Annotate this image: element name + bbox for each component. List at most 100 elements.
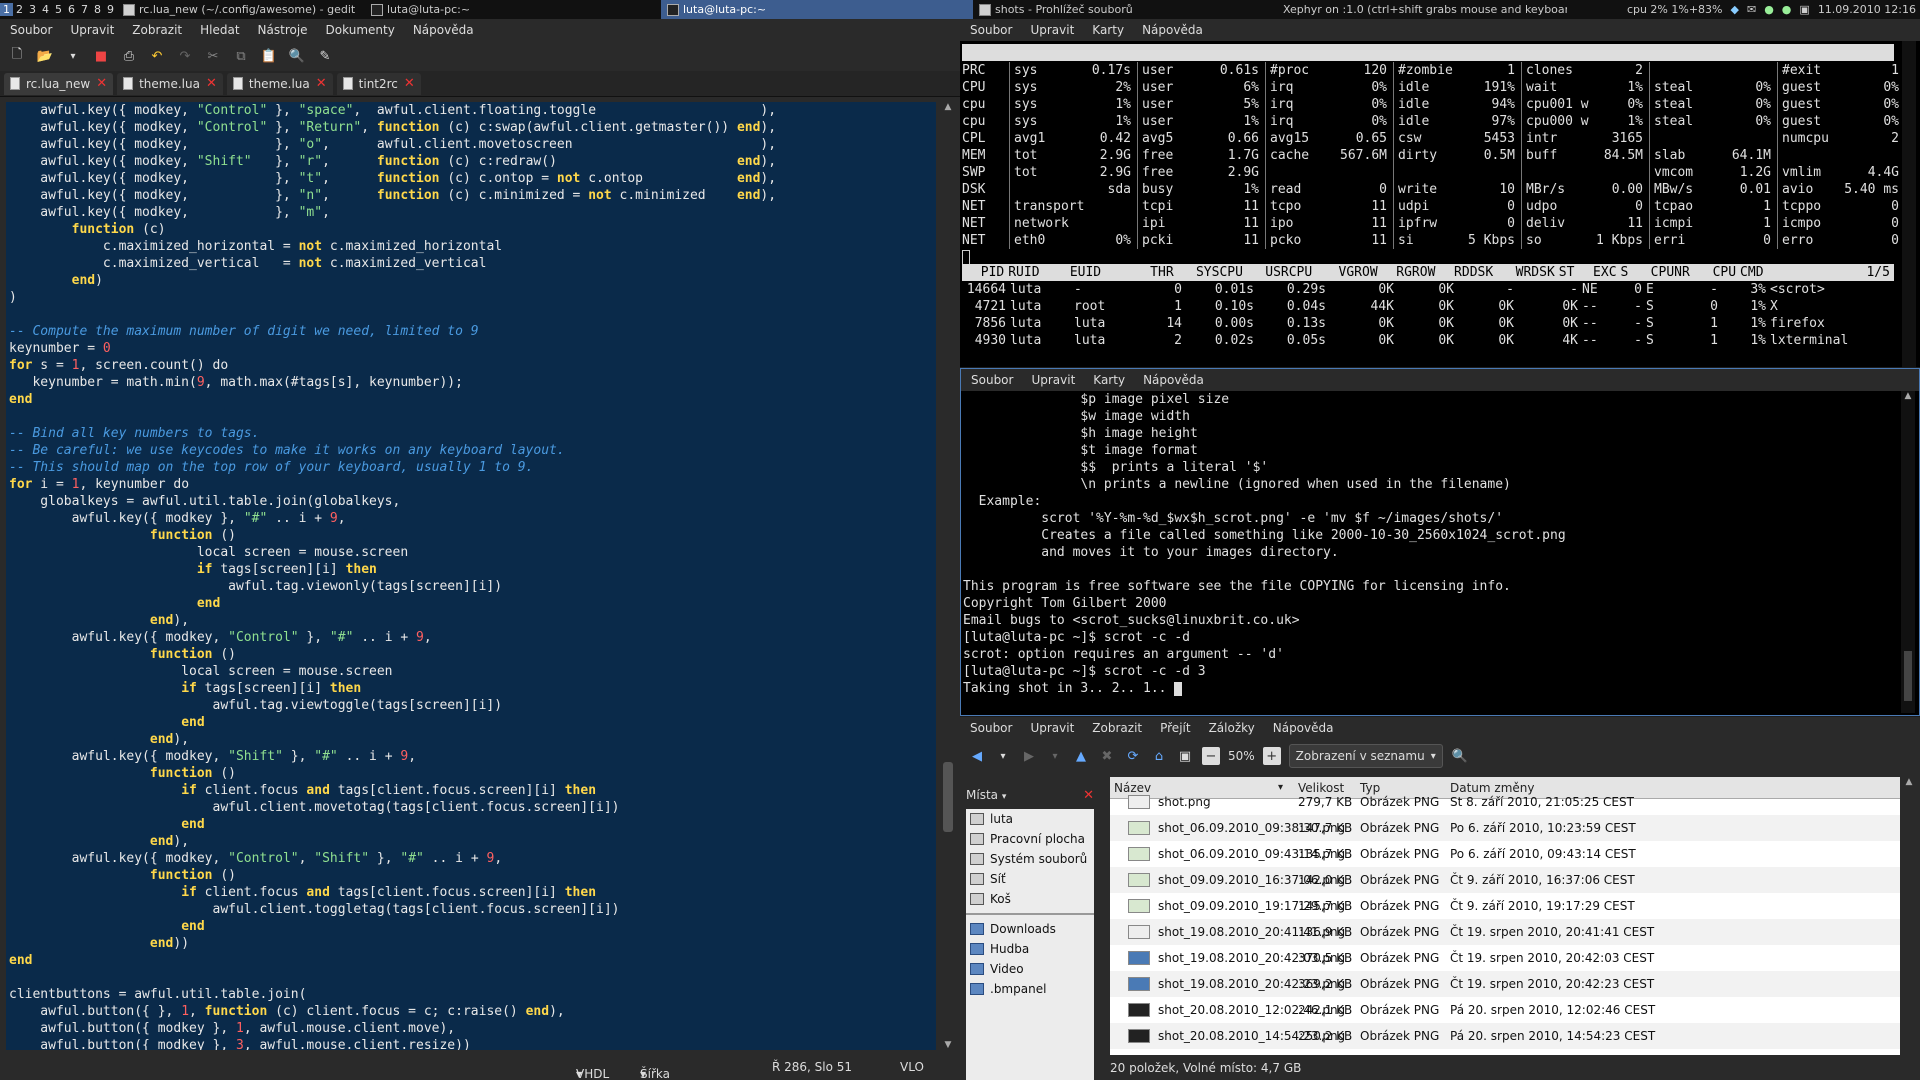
- process-column[interactable]: S: [1621, 264, 1644, 281]
- tag-9[interactable]: 9: [104, 3, 117, 16]
- terminal-scrollbar[interactable]: ▲: [1901, 391, 1915, 713]
- stop-icon[interactable]: ✖: [1098, 747, 1116, 765]
- process-column[interactable]: CPU: [1694, 264, 1740, 281]
- task-xephyr[interactable]: Xephyr on :1.0 (ctrl+shift grabs mouse a…: [1277, 0, 1567, 19]
- atop-scrollbar[interactable]: [1902, 41, 1916, 367]
- menu-0[interactable]: Soubor: [970, 23, 1012, 37]
- file-row[interactable]: shot_19.08.2010_20:42:03.png 370,5 KB Obrá…: [1110, 945, 1900, 971]
- menu-3[interactable]: Hledat: [200, 23, 239, 37]
- menu-4[interactable]: Záložky: [1209, 721, 1255, 735]
- process-row[interactable]: 4721 luta root 1 0.10s 0.04s 44K 0K 0K 0K -- - S 0 1% X: [962, 298, 1894, 315]
- process-column[interactable]: CPUNR: [1644, 264, 1694, 281]
- scrollbar-thumb[interactable]: [1904, 651, 1912, 701]
- volume-icon[interactable]: ●: [1782, 3, 1792, 16]
- place-item[interactable]: Koš: [966, 889, 1094, 909]
- monitor-icon[interactable]: ▣: [1799, 3, 1809, 16]
- task-file-manager[interactable]: shots - Prohlížeč souborů: [973, 0, 1277, 19]
- process-column[interactable]: EXC: [1590, 264, 1621, 281]
- menu-6[interactable]: Nápověda: [413, 23, 474, 37]
- chevron-down-icon[interactable]: ▾: [1046, 747, 1064, 765]
- close-sidebar-icon[interactable]: ✕: [1083, 788, 1094, 803]
- file-row[interactable]: shot_20.08.2010_14:54:23.png 250,2 KB Obrá…: [1110, 1023, 1900, 1049]
- file-row[interactable]: shot_06.09.2010_09:38:30.png 147,7 KB Obrá…: [1110, 815, 1900, 841]
- task-gedit[interactable]: rc.lua_new (~/.config/awesome) - gedit: [117, 0, 365, 19]
- bookmark-item[interactable]: Hudba: [966, 939, 1094, 959]
- process-column[interactable]: VGROW: [1316, 264, 1381, 281]
- tab-document[interactable]: theme.lua ✕: [226, 72, 333, 95]
- menu-0[interactable]: Soubor: [970, 721, 1012, 735]
- network-icon[interactable]: ◆: [1731, 3, 1739, 16]
- zoom-out-icon[interactable]: −: [1202, 747, 1220, 765]
- menu-5[interactable]: Nápověda: [1273, 721, 1334, 735]
- process-column[interactable]: PID: [962, 264, 1008, 281]
- process-column[interactable]: CMD: [1740, 264, 1836, 281]
- process-column[interactable]: SYSCPU: [1178, 264, 1247, 281]
- process-row[interactable]: 4930 luta luta 2 0.02s 0.05s 0K 0K 0K 4K -- - S 1 1% lx…: [962, 332, 1894, 349]
- process-column[interactable]: 1/5: [1836, 264, 1894, 281]
- place-item[interactable]: Systém souborů: [966, 849, 1094, 869]
- file-row[interactable]: shot_19.08.2010_20:42:23.png 369,2 KB Obrá…: [1110, 971, 1900, 997]
- places-select[interactable]: Místa ▾: [966, 788, 1006, 802]
- close-tab-icon[interactable]: ✕: [96, 76, 107, 91]
- tag-7[interactable]: 7: [78, 3, 91, 16]
- mail-icon[interactable]: ✉: [1747, 3, 1756, 16]
- process-column[interactable]: RDDSK: [1439, 264, 1497, 281]
- undo-icon[interactable]: ↶: [148, 47, 166, 65]
- scrollbar-thumb[interactable]: [943, 762, 953, 832]
- scroll-up-icon[interactable]: ▲: [1901, 391, 1915, 401]
- menu-3[interactable]: Přejít: [1160, 721, 1190, 735]
- forward-icon[interactable]: ▶: [1020, 747, 1038, 765]
- bookmark-item[interactable]: .bmpanel: [966, 979, 1094, 999]
- tag-2[interactable]: 2: [13, 3, 26, 16]
- process-row[interactable]: 7856 luta luta 14 0.00s 0.13s 0K 0K 0K 0K -- - S 1 1% f…: [962, 315, 1894, 332]
- menu-1[interactable]: Upravit: [1031, 373, 1075, 387]
- search-icon[interactable]: 🔍: [288, 47, 306, 65]
- menu-3[interactable]: Nápověda: [1142, 23, 1203, 37]
- open-icon[interactable]: 📂: [36, 47, 54, 65]
- editor-scrollbar[interactable]: ▲ ▼: [940, 102, 956, 1050]
- menu-3[interactable]: Nápověda: [1143, 373, 1204, 387]
- tag-8[interactable]: 8: [91, 3, 104, 16]
- tag-5[interactable]: 5: [52, 3, 65, 16]
- save-icon[interactable]: ■: [92, 47, 110, 65]
- cut-icon[interactable]: ✂: [204, 47, 222, 65]
- tag-1[interactable]: 1: [0, 3, 13, 16]
- menu-2[interactable]: Zobrazit: [1092, 721, 1142, 735]
- process-column[interactable]: RGROW: [1382, 264, 1440, 281]
- process-row[interactable]: 14664 luta -0 0.01s 0.29s 0K 0K - - NE 0 E -3% <scrot…: [962, 281, 1894, 298]
- file-row[interactable]: shot_20.08.2010_12:02:46.png 242,1 KB Obrá…: [1110, 997, 1900, 1023]
- menu-2[interactable]: Zobrazit: [132, 23, 182, 37]
- task-terminal-1[interactable]: luta@luta-pc:~: [365, 0, 661, 19]
- tab-document[interactable]: tint2rc ✕: [336, 72, 421, 95]
- view-mode-select[interactable]: Zobrazení v seznamu ▾: [1288, 744, 1443, 768]
- code-editor[interactable]: awful.key({ modkey, "Control" }, "space"…: [6, 102, 936, 1050]
- menu-1[interactable]: Upravit: [1030, 23, 1074, 37]
- menu-4[interactable]: Nástroje: [258, 23, 308, 37]
- place-item[interactable]: luta: [966, 809, 1094, 829]
- file-row[interactable]: shot_09.09.2010_19:17:29.png 145,7 KB Obrá…: [1110, 893, 1900, 919]
- tag-6[interactable]: 6: [65, 3, 78, 16]
- process-column[interactable]: ST: [1559, 264, 1590, 281]
- chevron-down-icon[interactable]: ▾: [994, 747, 1012, 765]
- task-terminal-2[interactable]: luta@luta-pc:~: [661, 0, 973, 19]
- file-row[interactable]: shot.png 279,7 KB Obrázek PNG St 8. září 20…: [1110, 789, 1900, 815]
- menu-2[interactable]: Karty: [1092, 23, 1124, 37]
- home-icon[interactable]: ⌂: [1150, 747, 1168, 765]
- file-list-scrollbar[interactable]: ▲: [1902, 777, 1916, 1055]
- tag-3[interactable]: 3: [26, 3, 39, 16]
- place-item[interactable]: Pracovní plocha: [966, 829, 1094, 849]
- file-row[interactable]: shot_09.09.2010_16:37:06.png 142,0 KB Obrá…: [1110, 867, 1900, 893]
- tab-document[interactable]: rc.lua_new ✕: [4, 72, 114, 95]
- process-column[interactable]: RUID: [1008, 264, 1070, 281]
- place-item[interactable]: Síť: [966, 869, 1094, 889]
- menu-0[interactable]: Soubor: [971, 373, 1013, 387]
- battery-icon[interactable]: ●: [1764, 3, 1774, 16]
- computer-icon[interactable]: ▣: [1176, 747, 1194, 765]
- file-row[interactable]: shot_06.09.2010_09:43:14.png 135,7 KB Obrá…: [1110, 841, 1900, 867]
- bookmark-item[interactable]: Video: [966, 959, 1094, 979]
- print-icon[interactable]: ⎙: [120, 47, 138, 65]
- redo-icon[interactable]: ↷: [176, 47, 194, 65]
- close-tab-icon[interactable]: ✕: [316, 76, 327, 91]
- zoom-in-icon[interactable]: +: [1262, 747, 1281, 765]
- file-row[interactable]: shot_19.08.2010_20:41:41.png 136,9 KB Obrá…: [1110, 919, 1900, 945]
